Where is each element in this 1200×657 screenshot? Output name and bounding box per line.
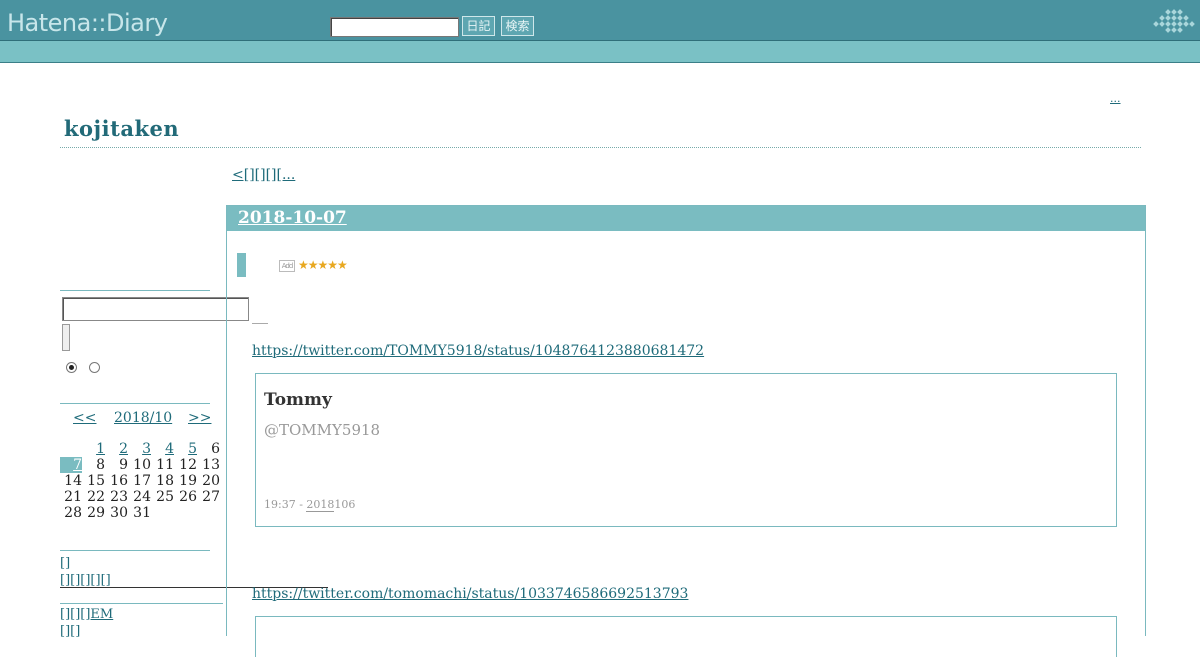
hatena-diary-logo[interactable]: Hatena::Diary: [7, 9, 168, 37]
calendar-day: 18: [156, 473, 174, 489]
sidebar-search-input[interactable]: [62, 297, 249, 321]
calendar-day: 29: [87, 505, 105, 521]
calendar-day: 31: [133, 505, 151, 521]
tweet-embed-card: [255, 616, 1117, 657]
calendar-next-link[interactable]: >>: [188, 410, 211, 426]
search-scope-radio-2[interactable]: [89, 362, 100, 373]
calendar-day: 12: [179, 457, 197, 473]
header-search-input[interactable]: [330, 17, 459, 37]
calendar-day: 10: [133, 457, 151, 473]
calendar-day[interactable]: 2: [106, 441, 128, 457]
star-rating[interactable]: Add ★★★★★: [279, 258, 348, 272]
calendar-day: 24: [133, 489, 151, 505]
hatena-mark-icon: [1153, 9, 1195, 33]
calendar-day: 9: [119, 457, 128, 473]
sidebar-divider: [60, 603, 223, 604]
tweet-time: 19:37 -: [264, 498, 307, 511]
top-right-link[interactable]: ...: [1110, 92, 1121, 105]
calendar-day: 13: [202, 457, 220, 473]
diary-button[interactable]: 日記: [462, 16, 495, 36]
calendar-day: 14: [64, 473, 82, 489]
calendar-day[interactable]: 3: [129, 441, 151, 457]
entry-date-link[interactable]: 2018-10-07: [238, 208, 347, 228]
tweet-date-link[interactable]: 2018: [306, 498, 335, 512]
calendar-day: 22: [87, 489, 105, 505]
calendar-day: 17: [133, 473, 151, 489]
day-header: 2018-10-07: [227, 206, 1145, 231]
calendar-day[interactable]: 7: [60, 457, 82, 473]
sidebar-divider: [60, 403, 210, 404]
tweet-author-name: Tommy: [264, 390, 332, 410]
calendar-day[interactable]: 4: [152, 441, 174, 457]
title-divider: [60, 147, 1141, 148]
tweet-embed-card: Tommy @TOMMY5918 19:37 - 2018106: [255, 373, 1117, 527]
add-star-icon[interactable]: Add: [279, 259, 295, 272]
calendar-day[interactable]: 5: [175, 441, 197, 457]
tweet-url-link[interactable]: https://twitter.com/TOMMY5918/status/104…: [252, 343, 704, 359]
calendar-day: 15: [87, 473, 105, 489]
sidebar-search-button[interactable]: [62, 324, 70, 351]
calendar-month-link[interactable]: 2018/10: [114, 410, 172, 426]
small-divider: [252, 323, 268, 324]
tweet-author-handle: @TOMMY5918: [264, 421, 381, 439]
calendar-day: 16: [110, 473, 128, 489]
sidebar-link-4[interactable]: [][]: [60, 624, 80, 639]
calendar-day: 20: [202, 473, 220, 489]
sidebar-divider: [60, 550, 210, 551]
tweet-date-rest: 106: [334, 498, 356, 511]
tweet-timestamp: 19:37 - 2018106: [264, 498, 356, 512]
calendar-day: 30: [110, 505, 128, 521]
search-button[interactable]: 検索: [501, 16, 534, 36]
calendar-day: 23: [110, 489, 128, 505]
calendar-day: 25: [156, 489, 174, 505]
calendar-day: 11: [156, 457, 174, 473]
stars-icon: ★★★★★: [298, 258, 348, 272]
top-bar: Hatena::Diary 日記 検索: [0, 0, 1200, 41]
sidebar-link-2[interactable]: [][][][][]: [60, 573, 111, 588]
calendar-day: 28: [64, 505, 82, 521]
tweet-url-link[interactable]: https://twitter.com/tomomachi/status/103…: [252, 586, 688, 602]
calendar-day: 19: [179, 473, 197, 489]
sidebar-link-3[interactable]: [][][]EM: [60, 607, 113, 622]
calendar-day: 21: [64, 489, 82, 505]
calendar-day: 27: [202, 489, 220, 505]
previous-entries-link[interactable]: <[][][][...: [232, 167, 295, 183]
calendar-day[interactable]: 1: [83, 441, 105, 457]
sub-bar: [0, 41, 1200, 63]
sidebar-divider: [60, 290, 210, 291]
calendar-day: 6: [211, 441, 220, 457]
section-marker: [237, 253, 246, 277]
calendar-day: 8: [96, 457, 105, 473]
sidebar-link-1[interactable]: []: [60, 556, 70, 571]
calendar-prev-link[interactable]: <<: [73, 410, 96, 426]
diary-day: 2018-10-07 Add ★★★★★ https://twitter.com/…: [226, 205, 1146, 657]
blog-title[interactable]: kojitaken: [64, 116, 179, 141]
calendar-day: 26: [179, 489, 197, 505]
search-scope-radio-1[interactable]: [66, 362, 77, 373]
